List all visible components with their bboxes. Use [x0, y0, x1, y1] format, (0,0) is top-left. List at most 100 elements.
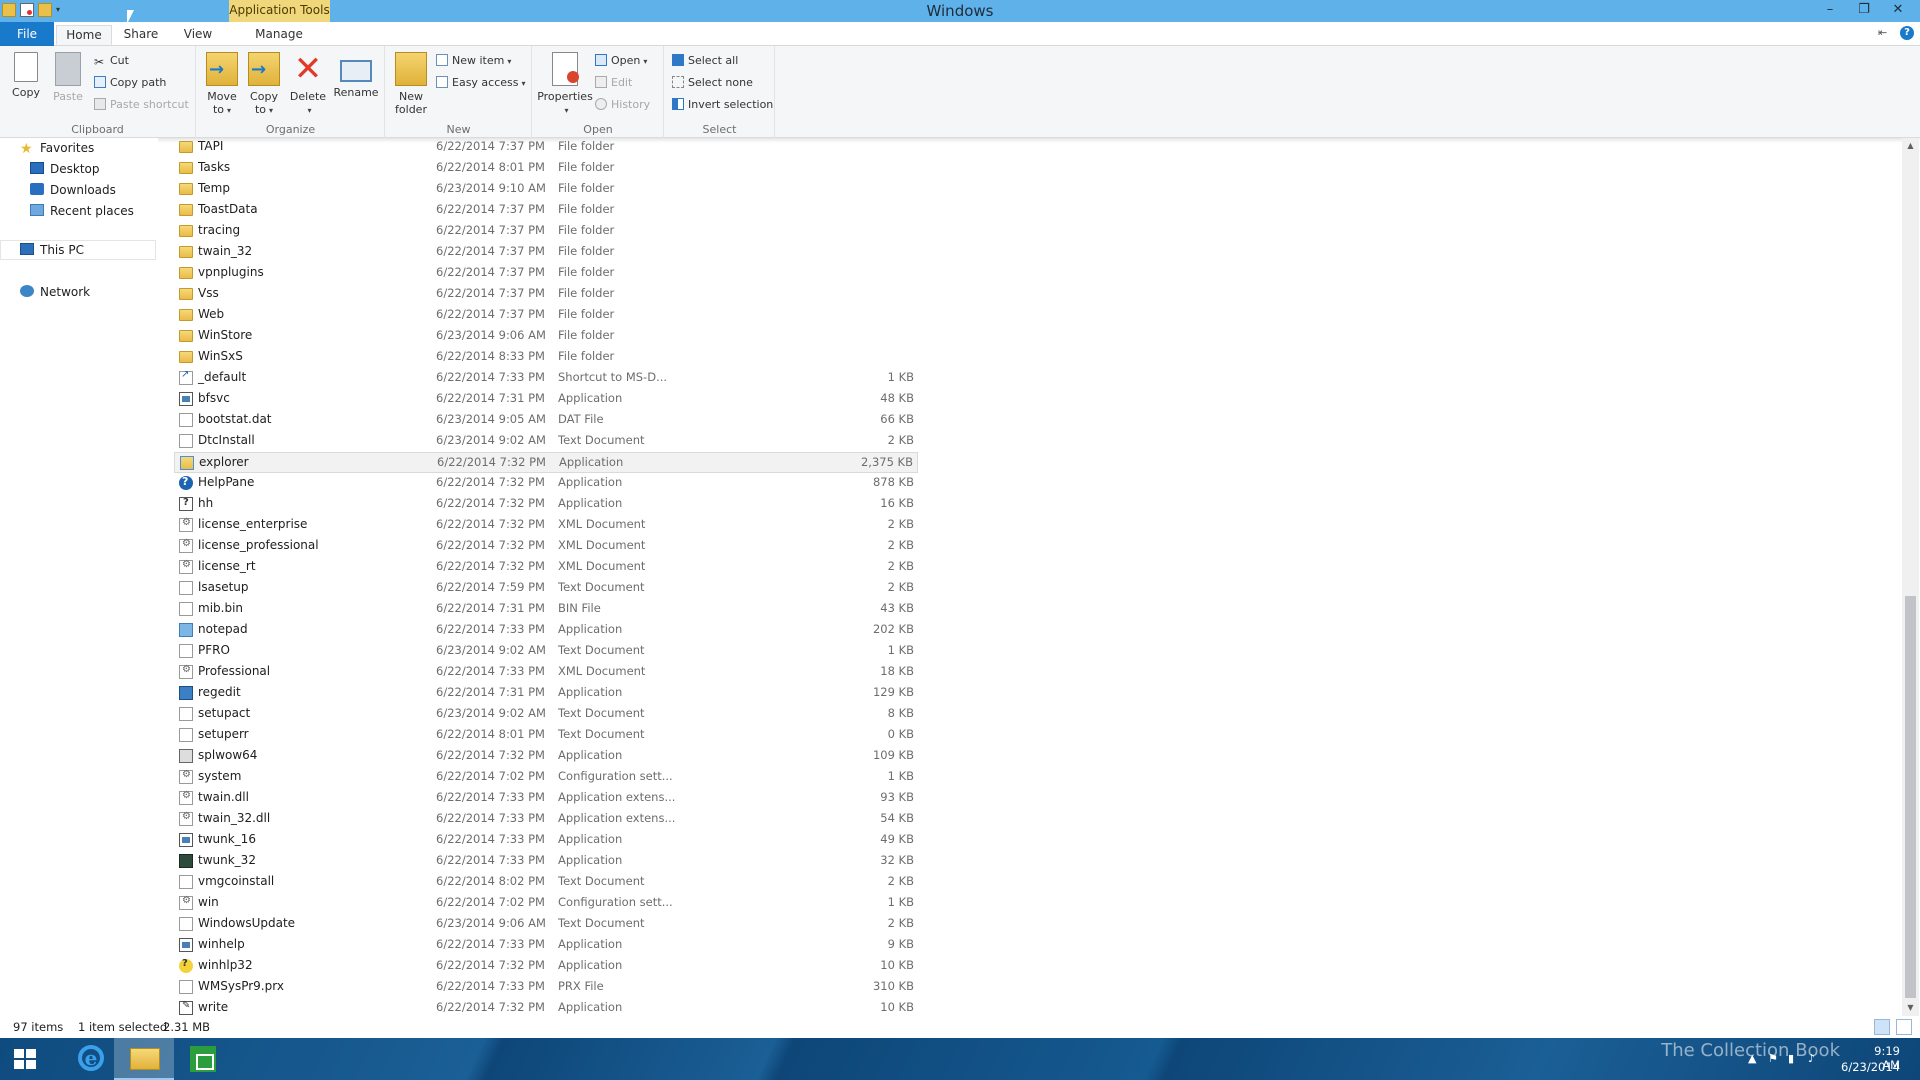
taskbar-file-explorer[interactable] [114, 1038, 174, 1080]
title-bar[interactable]: ▾ Application Tools Windows – ❐ ✕ [0, 0, 1920, 22]
file-row[interactable]: vmgcoinstall 6/22/2014 8:02 PM Text Docume… [174, 872, 918, 893]
scrollbar-thumb[interactable] [1905, 596, 1916, 998]
delete-button[interactable]: ✕ Delete ▾ [287, 52, 329, 117]
properties-button[interactable]: Properties ▾ [535, 52, 595, 117]
file-name: _default [198, 370, 247, 384]
details-view-icon[interactable] [1874, 1019, 1890, 1035]
close-button[interactable]: ✕ [1884, 0, 1912, 20]
tab-view[interactable]: View [170, 25, 226, 45]
file-row[interactable]: mib.bin 6/22/2014 7:31 PM BIN File 43 KB [174, 599, 918, 620]
file-size: 2 KB [887, 559, 914, 573]
file-row[interactable]: lsasetup 6/22/2014 7:59 PM Text Document 2 … [174, 578, 918, 599]
nav-downloads[interactable]: Downloads [30, 180, 116, 200]
file-row[interactable]: winhelp 6/22/2014 7:33 PM Application 9 KB [174, 935, 918, 956]
file-row[interactable]: bfsvc 6/22/2014 7:31 PM Application 48 KB [174, 389, 918, 410]
file-row[interactable]: TAPI 6/22/2014 7:37 PM File folder [174, 137, 918, 158]
file-row[interactable]: license_enterprise 6/22/2014 7:32 PM XML D… [174, 515, 918, 536]
copy-path-button[interactable]: Copy path [94, 73, 166, 93]
file-row[interactable]: WinStore 6/23/2014 9:06 AM File folder [174, 326, 918, 347]
file-row[interactable]: license_rt 6/22/2014 7:32 PM XML Document 2… [174, 557, 918, 578]
file-row[interactable]: HelpPane 6/22/2014 7:32 PM Application 878 … [174, 473, 918, 494]
nav-network[interactable]: Network [20, 282, 90, 302]
paste-button[interactable]: Paste [47, 52, 89, 103]
taskbar-internet-explorer[interactable]: e [60, 1038, 120, 1080]
invert-selection-button[interactable]: Invert selection [672, 95, 773, 115]
select-all-button[interactable]: Select all [672, 51, 738, 71]
file-row[interactable]: splwow64 6/22/2014 7:32 PM Application 109 … [174, 746, 918, 767]
file-row[interactable]: PFRO 6/23/2014 9:02 AM Text Document 1 KB [174, 641, 918, 662]
edit-button[interactable]: Edit [595, 73, 632, 93]
file-row[interactable]: winhlp32 6/22/2014 7:32 PM Application 10 K… [174, 956, 918, 977]
file-row[interactable]: Professional 6/22/2014 7:33 PM XML Documen… [174, 662, 918, 683]
file-row[interactable]: regedit 6/22/2014 7:31 PM Application 129 K… [174, 683, 918, 704]
file-row[interactable]: setuperr 6/22/2014 8:01 PM Text Document 0 … [174, 725, 918, 746]
copy-button[interactable]: Copy [5, 52, 47, 99]
file-row[interactable]: notepad 6/22/2014 7:33 PM Application 202 K… [174, 620, 918, 641]
taskbar-store[interactable] [172, 1038, 232, 1080]
file-row[interactable]: Vss 6/22/2014 7:37 PM File folder [174, 284, 918, 305]
file-date-modified: 6/22/2014 7:33 PM [436, 853, 545, 867]
file-row[interactable]: setupact 6/23/2014 9:02 AM Text Document 8 … [174, 704, 918, 725]
file-row[interactable]: _default 6/22/2014 7:33 PM Shortcut to MS-… [174, 368, 918, 389]
minimize-ribbon-icon[interactable]: ⇤ [1878, 26, 1892, 40]
file-name: PFRO [198, 643, 230, 657]
new-item-button[interactable]: New item ▾ [436, 51, 511, 71]
file-row[interactable]: Temp 6/23/2014 9:10 AM File folder [174, 179, 918, 200]
file-name: twunk_16 [198, 832, 256, 846]
restore-button[interactable]: ❐ [1850, 0, 1878, 20]
file-row[interactable]: bootstat.dat 6/23/2014 9:05 AM DAT File 66 … [174, 410, 918, 431]
copy-to-button[interactable]: Copy to▾ [243, 52, 285, 117]
move-to-button[interactable]: Move to▾ [201, 52, 243, 117]
file-name: winhelp [198, 937, 245, 951]
file-row[interactable]: hh 6/22/2014 7:32 PM Application 16 KB [174, 494, 918, 515]
paste-shortcut-button[interactable]: Paste shortcut [94, 95, 189, 115]
scroll-up-arrow-icon[interactable]: ▲ [1902, 138, 1919, 154]
file-row[interactable]: DtcInstall 6/23/2014 9:02 AM Text Document… [174, 431, 918, 452]
folder-file-icon [179, 267, 193, 279]
app-file-icon [179, 938, 193, 952]
tab-file[interactable]: File [0, 22, 54, 46]
nav-this-pc[interactable]: This PC [20, 240, 84, 260]
tab-share[interactable]: Share [116, 25, 166, 45]
file-row[interactable]: twain_32 6/22/2014 7:37 PM File folder [174, 242, 918, 263]
easy-access-button[interactable]: Easy access ▾ [436, 73, 526, 93]
cut-button[interactable]: ✂ Cut [94, 51, 129, 71]
file-row[interactable]: system 6/22/2014 7:02 PM Configuration set… [174, 767, 918, 788]
file-row[interactable]: twain.dll 6/22/2014 7:33 PM Application ex… [174, 788, 918, 809]
minimize-button[interactable]: – [1816, 0, 1844, 20]
file-row[interactable]: win 6/22/2014 7:02 PM Configuration sett..… [174, 893, 918, 914]
nav-favorites[interactable]: ★ Favorites [20, 138, 94, 158]
tab-manage[interactable]: Manage [236, 25, 322, 45]
file-date-modified: 6/22/2014 7:32 PM [436, 958, 545, 972]
file-row[interactable]: explorer 6/22/2014 7:32 PM Application 2,37… [174, 452, 918, 473]
vertical-scrollbar[interactable]: ▲ ▼ [1902, 138, 1919, 1016]
rename-button[interactable]: Rename [331, 52, 381, 99]
file-row[interactable]: twunk_16 6/22/2014 7:33 PM Application 49 K… [174, 830, 918, 851]
file-list[interactable]: TAPI 6/22/2014 7:37 PM File folder Tasks 6/2… [172, 137, 1902, 1015]
select-none-button[interactable]: Select none [672, 73, 753, 93]
file-row[interactable]: WindowsUpdate 6/23/2014 9:06 AM Text Docum… [174, 914, 918, 935]
open-button[interactable]: Open ▾ [595, 51, 647, 71]
file-row[interactable]: Web 6/22/2014 7:37 PM File folder [174, 305, 918, 326]
nav-recent-places[interactable]: Recent places [30, 201, 134, 221]
file-row[interactable]: Tasks 6/22/2014 8:01 PM File folder [174, 158, 918, 179]
help-icon[interactable]: ? [1900, 26, 1914, 40]
file-row[interactable]: ToastData 6/22/2014 7:37 PM File folder [174, 200, 918, 221]
nav-desktop[interactable]: Desktop [30, 159, 100, 179]
large-icons-view-icon[interactable] [1896, 1019, 1912, 1035]
file-row[interactable]: WMSysPr9.prx 6/22/2014 7:33 PM PRX File 310… [174, 977, 918, 998]
start-button[interactable] [0, 1038, 60, 1080]
history-button[interactable]: History [595, 95, 650, 115]
scroll-down-arrow-icon[interactable]: ▼ [1902, 1000, 1919, 1016]
file-row[interactable]: license_professional 6/22/2014 7:32 PM XML… [174, 536, 918, 557]
file-row[interactable]: vpnplugins 6/22/2014 7:37 PM File folder [174, 263, 918, 284]
file-name: TAPI [198, 139, 224, 153]
file-row[interactable]: twain_32.dll 6/22/2014 7:33 PM Application… [174, 809, 918, 830]
file-row[interactable]: twunk_32 6/22/2014 7:33 PM Application 32 K… [174, 851, 918, 872]
tab-home[interactable]: Home [56, 25, 112, 45]
new-folder-button[interactable]: New folder [390, 52, 432, 116]
file-row[interactable]: WinSxS 6/22/2014 8:33 PM File folder [174, 347, 918, 368]
file-row[interactable]: tracing 6/22/2014 7:37 PM File folder [174, 221, 918, 242]
clock-date[interactable]: 6/23/2014 [1841, 1060, 1900, 1074]
file-name: vmgcoinstall [198, 874, 275, 888]
